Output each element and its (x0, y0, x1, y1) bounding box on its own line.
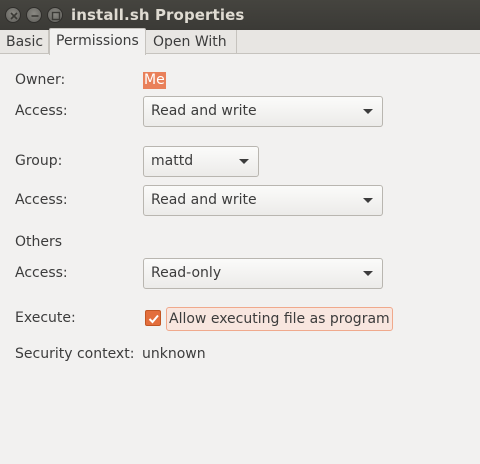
security-context-value: unknown (142, 346, 206, 362)
maximize-button[interactable] (47, 7, 63, 23)
owner-access-label: Access: (15, 103, 68, 119)
others-heading: Others (15, 234, 63, 250)
owner-access-value: Read and write (151, 103, 257, 119)
title-bar: install.sh Properties (0, 0, 480, 30)
security-context-label: Security context: (15, 346, 135, 362)
execute-label: Execute: (15, 310, 76, 326)
group-value: mattd (151, 153, 194, 169)
chevron-down-icon (363, 109, 373, 114)
others-access-label: Access: (15, 265, 68, 281)
group-access-label: Access: (15, 192, 68, 208)
owner-label: Owner: (15, 72, 66, 88)
execute-checkbox-label[interactable]: Allow executing file as program (166, 307, 393, 331)
group-access-value: Read and write (151, 192, 257, 208)
chevron-down-icon (363, 271, 373, 276)
tab-bar: Basic Permissions Open With (0, 28, 480, 55)
others-access-dropdown[interactable]: Read-only (143, 258, 383, 289)
close-button[interactable] (5, 7, 21, 23)
chevron-down-icon (363, 198, 373, 203)
minimize-icon (31, 15, 39, 17)
group-access-dropdown[interactable]: Read and write (143, 185, 383, 216)
group-label: Group: (15, 153, 63, 169)
window-title: install.sh Properties (71, 6, 245, 24)
group-dropdown[interactable]: mattd (143, 146, 259, 177)
tab-permissions[interactable]: Permissions (49, 28, 146, 55)
others-access-value: Read-only (151, 265, 222, 281)
tab-open-with[interactable]: Open With (147, 30, 237, 54)
tab-basic[interactable]: Basic (0, 30, 49, 54)
minimize-button[interactable] (26, 7, 42, 23)
execute-checkbox[interactable] (145, 310, 161, 326)
chevron-down-icon (239, 159, 249, 164)
owner-access-dropdown[interactable]: Read and write (143, 96, 383, 127)
owner-value: Me (143, 72, 166, 89)
close-icon (10, 12, 18, 20)
checkmark-icon (148, 314, 159, 324)
maximize-icon (51, 11, 61, 21)
